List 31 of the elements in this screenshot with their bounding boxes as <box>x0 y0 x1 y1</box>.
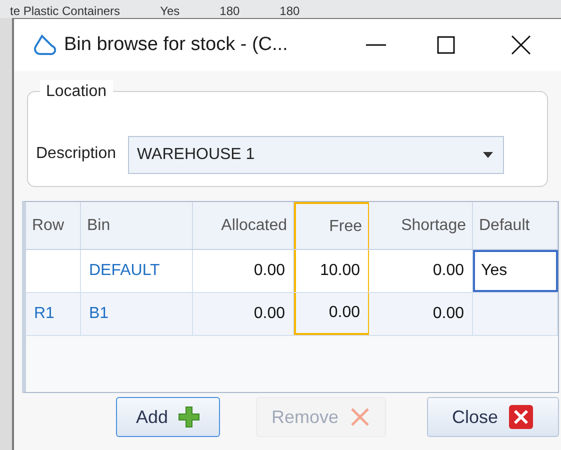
background-cell: Yes <box>160 4 180 18</box>
cross-icon <box>348 406 371 428</box>
maximize-icon <box>437 36 455 54</box>
background-cell: te Plastic Containers <box>10 4 120 18</box>
table-cell: 0.00 <box>193 293 294 335</box>
window-title: Bin browse for stock - (C... <box>64 32 288 57</box>
close-dialog-button[interactable]: Close <box>427 397 559 437</box>
field-label: Description <box>36 144 116 164</box>
background-cell: 180 <box>280 4 300 18</box>
column-header[interactable]: Shortage <box>369 202 473 249</box>
column-header[interactable]: Allocated <box>193 202 294 249</box>
column-header[interactable]: Default <box>473 202 558 249</box>
table-cell: 0.00 <box>193 250 294 292</box>
table-cell: 0.00 <box>369 293 473 335</box>
table-cell: DEFAULT <box>81 250 193 292</box>
dropdown-caret-icon <box>483 152 494 158</box>
add-button[interactable]: Add <box>116 397 220 437</box>
cloud-icon <box>32 34 56 56</box>
close-icon <box>508 404 534 430</box>
background-cell: 180 <box>220 4 240 18</box>
description-dropdown[interactable]: WAREHOUSE 1 <box>128 136 504 174</box>
table-cell: 0.00 <box>294 293 369 335</box>
close-icon <box>511 35 531 55</box>
table-cell: Yes <box>473 250 558 292</box>
table-cell: 0.00 <box>369 250 473 292</box>
column-header[interactable]: Bin <box>81 202 193 249</box>
column-header[interactable]: Row <box>26 202 81 249</box>
plus-icon <box>178 406 200 428</box>
table-cell: R1 <box>26 293 81 335</box>
table-cell: B1 <box>81 293 193 335</box>
minimize-icon <box>366 44 386 46</box>
